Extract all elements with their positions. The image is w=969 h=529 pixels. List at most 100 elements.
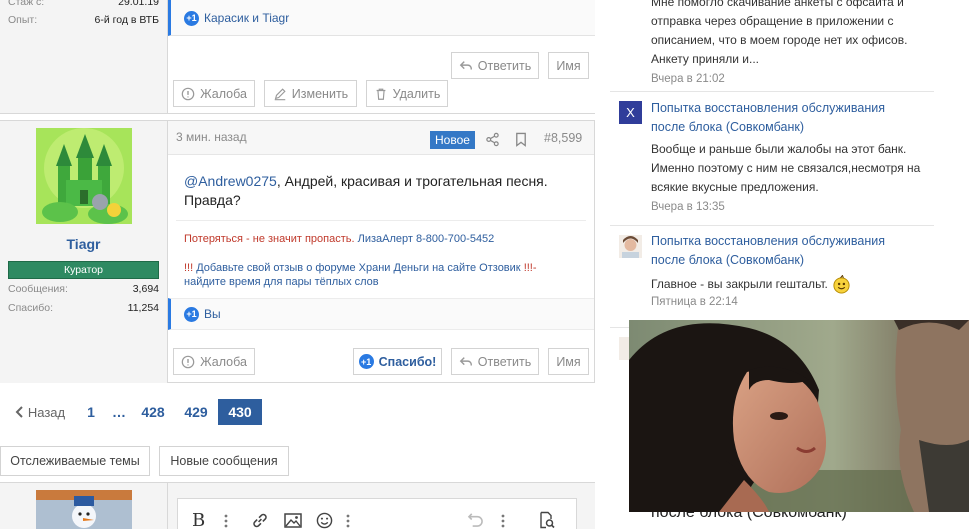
signature-red-text: !!! — [184, 262, 194, 274]
page: Стаж с: 29.01.19 Опыт: 6-й год в ВТБ +1 … — [0, 0, 969, 529]
signature-link[interactable]: найдите время для пары тёплых слов — [184, 276, 379, 288]
feed-time[interactable]: Вчера в 13:35 — [651, 201, 941, 213]
stat-value: 29.01.19 — [118, 0, 159, 8]
more-vertical-icon[interactable] — [224, 514, 228, 528]
user-mention[interactable]: @Andrew0275 — [184, 173, 277, 189]
pager-page-current[interactable]: 430 — [218, 399, 262, 425]
reply-avatar — [36, 490, 132, 529]
edit-label: Изменить — [291, 86, 349, 101]
person-avatar-image — [619, 235, 642, 258]
signature-link[interactable]: ЛизаАлерт 8-800-700-5452 — [358, 233, 495, 245]
likes-names: Вы — [204, 307, 221, 321]
feed-avatar[interactable]: X — [619, 101, 642, 124]
castle-avatar-image — [36, 128, 132, 224]
name-label: Имя — [556, 354, 581, 369]
reply-button[interactable]: Ответить — [451, 348, 539, 375]
pager-page[interactable]: 429 — [179, 399, 213, 425]
stat-value: 11,254 — [127, 302, 159, 314]
feed-text: Главное - вы закрыли гештальт. — [651, 277, 828, 291]
feed-text-line: описанием, что в моем городе нет их офис… — [651, 33, 908, 47]
post-time[interactable]: 3 мин. назад — [176, 130, 247, 144]
feed-avatar[interactable] — [619, 235, 642, 258]
bold-icon[interactable]: B — [192, 510, 205, 529]
delete-label: Удалить — [392, 86, 441, 101]
signature-red-text: !!!- — [523, 262, 537, 274]
feed-item: Мне помогло скачивание анкеты с офсайта … — [651, 0, 941, 85]
pager-prev[interactable]: Назад — [10, 399, 70, 425]
complain-button[interactable]: Жалоба — [173, 348, 255, 375]
stat-label: Сообщения: — [8, 283, 68, 295]
warning-circle-icon — [181, 87, 195, 100]
more-vertical-icon[interactable] — [346, 514, 350, 528]
trash-icon — [376, 88, 385, 100]
likes-names: Карасик и Tiagr — [204, 11, 290, 25]
signature-link[interactable]: Добавьте свой отзыв о форуме Храни Деньг… — [196, 262, 520, 274]
warning-circle-icon — [181, 355, 195, 368]
username[interactable]: Tiagr — [8, 236, 159, 252]
watched-threads-button[interactable]: Отслеживаемые темы — [0, 446, 150, 476]
smiley-emoji-icon — [833, 275, 850, 294]
pager-ellipsis[interactable]: … — [108, 399, 130, 425]
feed-time[interactable]: Вчера в 21:02 — [651, 73, 941, 85]
stat-value: 6-й год в ВТБ — [94, 14, 159, 26]
feed-text-line: отправка через обращение в приложении с — [651, 14, 894, 28]
pager-page[interactable]: 1 — [82, 399, 100, 425]
post-number[interactable]: #8,599 — [544, 131, 582, 145]
new-messages-button[interactable]: Новые сообщения — [159, 446, 289, 476]
bookmark-icon[interactable] — [514, 132, 528, 147]
post2-likes[interactable]: +1 Вы — [184, 306, 221, 322]
post-divider — [0, 113, 595, 121]
stat-label: Опыт: — [8, 14, 38, 26]
delete-button[interactable]: Удалить — [366, 80, 448, 107]
name-button[interactable]: Имя — [548, 348, 589, 375]
feed-divider — [610, 91, 934, 92]
feed-text-line: Вообще и раньше были жалобы на этот банк… — [651, 142, 907, 156]
stat-label: Спасибо: — [8, 302, 53, 314]
video-frame-image — [629, 320, 969, 512]
reply-icon — [459, 60, 472, 69]
feed-text-line: Анкету приняли и... — [651, 52, 759, 66]
post-body-text: , Андрей, красивая и трогательная песня. — [276, 173, 548, 189]
link-icon[interactable] — [251, 512, 269, 529]
reply-label: Ответить — [477, 58, 532, 73]
feed-text-line: Мне помогло скачивание анкеты с офсайта … — [651, 0, 904, 9]
name-button[interactable]: Имя — [548, 52, 589, 79]
feed-text-line: Главное - вы закрыли гештальт. — [651, 275, 941, 294]
user-role-badge: Куратор — [8, 261, 159, 279]
feed-text-line: Именно поэтому с ним не связался,несмотр… — [651, 161, 921, 175]
complain-button[interactable]: Жалоба — [173, 80, 255, 107]
feed-thread-title[interactable]: Попытка восстановления обслуживания — [651, 232, 941, 251]
plus-one-icon: +1 — [184, 10, 199, 26]
smiley-icon[interactable] — [316, 512, 333, 529]
signature-line-1: Потеряться - не значит пропасть. ЛизаАле… — [184, 232, 494, 246]
plus-one-icon: +1 — [184, 306, 199, 322]
video-popup[interactable] — [629, 320, 969, 512]
thanks-label: Спасибо! — [378, 354, 437, 369]
name-label: Имя — [556, 58, 581, 73]
plus-one-icon: +1 — [358, 354, 374, 369]
reply-icon — [459, 356, 472, 365]
signature-divider — [176, 220, 586, 221]
edit-button[interactable]: Изменить — [264, 80, 357, 107]
post1-likes[interactable]: +1 Карасик и Tiagr — [184, 10, 289, 26]
pager-prev-label: Назад — [27, 404, 66, 420]
signature-line-2: !!! Добавьте свой отзыв о форуме Храни Д… — [184, 261, 584, 289]
complain-label: Жалоба — [200, 354, 247, 369]
feed-time[interactable]: Пятница в 22:14 — [651, 296, 941, 308]
image-icon[interactable] — [284, 513, 302, 528]
thanks-button[interactable]: +1 Спасибо! — [353, 348, 442, 375]
share-icon[interactable] — [485, 132, 500, 147]
reply-button[interactable]: Ответить — [451, 52, 539, 79]
user-avatar[interactable] — [36, 128, 132, 224]
editor-toolbar — [177, 498, 577, 529]
preview-search-icon[interactable] — [538, 511, 556, 529]
reply-label: Ответить — [477, 354, 532, 369]
pager-page[interactable]: 428 — [136, 399, 170, 425]
undo-icon[interactable] — [467, 512, 484, 527]
post-body: @Andrew0275, Андрей, красивая и трогател… — [184, 172, 584, 210]
edit-icon — [274, 87, 286, 100]
more-vertical-icon[interactable] — [501, 514, 505, 528]
feed-thread-title[interactable]: после блока (Совкомбанк) — [651, 118, 941, 137]
feed-thread-title[interactable]: после блока (Совкомбанк) — [651, 251, 941, 270]
feed-thread-title[interactable]: Попытка восстановления обслуживания — [651, 99, 941, 118]
